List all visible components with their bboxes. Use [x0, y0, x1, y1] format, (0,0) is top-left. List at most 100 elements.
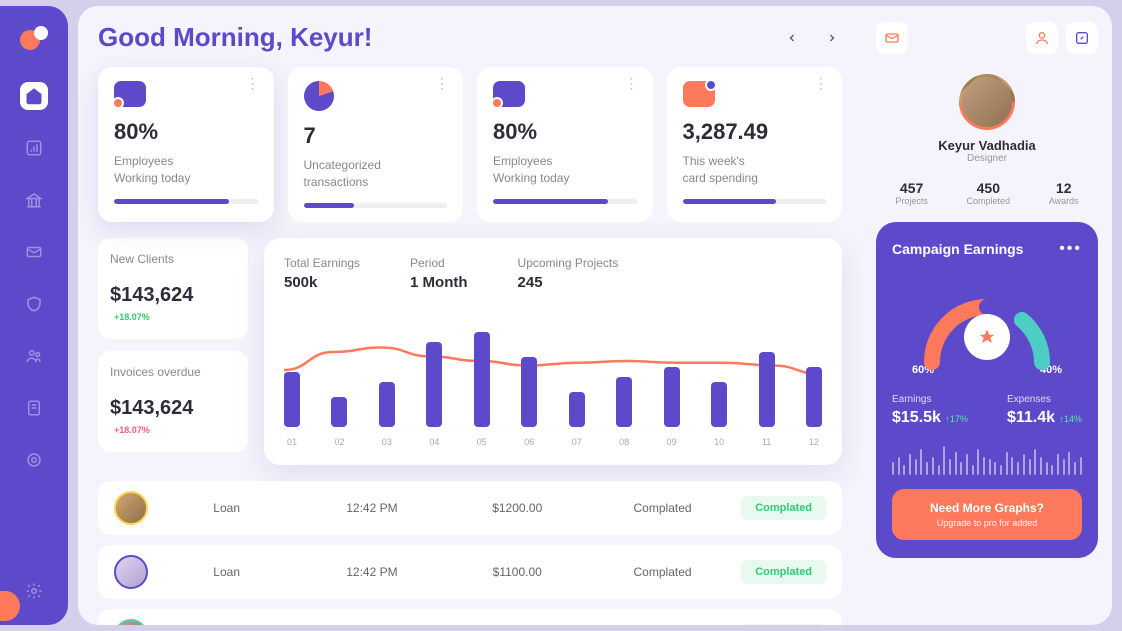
chart-value: 500k	[284, 274, 360, 291]
chart-label: Period	[410, 256, 468, 270]
user-button[interactable]	[1026, 22, 1058, 54]
stat-label: Projects	[895, 196, 928, 206]
transactions-table: Loan 12:42 PM $1200.00 Complated Complat…	[98, 481, 842, 625]
earnings-chart: Total Earnings 500k Period 1 Month Upcomin…	[264, 238, 842, 465]
profile: Keyur Vadhadia Designer	[876, 74, 1098, 164]
card-menu-icon[interactable]: ⋮	[435, 81, 449, 85]
avatar	[114, 555, 148, 589]
nav-security[interactable]	[20, 290, 48, 318]
earnings-label: Earnings	[892, 394, 968, 405]
cta-title: Need More Graphs?	[904, 501, 1070, 515]
avatar	[114, 619, 148, 625]
progress-bar	[683, 199, 827, 204]
edit-button[interactable]	[1066, 22, 1098, 54]
cell-status: Complated	[596, 565, 729, 579]
stat-invoices[interactable]: Invoices overdue $143,624 +18.07%	[98, 351, 248, 452]
expenses-change: ↑14%	[1059, 414, 1082, 424]
status-badge: Complated	[741, 560, 826, 584]
expenses-value: $11.4k	[1007, 409, 1055, 426]
card-label: EmployeesWorking today	[114, 153, 258, 187]
x-axis: 010203040506070809101112	[284, 437, 822, 447]
profile-name: Keyur Vadhadia	[876, 138, 1098, 153]
card-transactions[interactable]: ⋮ 7 Uncategorizedtransactions	[288, 67, 464, 222]
stat-change: +18.07%	[114, 312, 150, 322]
table-row[interactable]: Loan 12:42 PM $1100.00 Complated Complat…	[98, 545, 842, 599]
chart-value: 245	[518, 274, 619, 291]
earnings-change: ↑17%	[945, 414, 968, 424]
nav-mail[interactable]	[20, 238, 48, 266]
nav-home[interactable]	[20, 82, 48, 110]
cta-sub: Upgrade to pro for added	[904, 518, 1070, 528]
profile-stats: 457Projects 450Completed 12Awards	[876, 180, 1098, 206]
stat-change: +18.07%	[114, 425, 150, 435]
nav-settings[interactable]	[20, 577, 48, 605]
card-icon	[683, 81, 715, 107]
card-employees[interactable]: ⋮ 80% EmployeesWorking today	[98, 67, 274, 222]
card-menu-icon[interactable]: ⋮	[625, 81, 639, 85]
gauge-center-icon	[964, 314, 1010, 360]
upgrade-cta[interactable]: Need More Graphs? Upgrade to pro for add…	[892, 489, 1082, 540]
chart-value: 1 Month	[410, 274, 468, 291]
table-row[interactable]: Loan 12:42 PM $1200.00 Complated Complat…	[98, 481, 842, 535]
chart-label: Upcoming Projects	[518, 256, 619, 270]
progress-bar	[493, 199, 637, 204]
chat-icon	[493, 81, 525, 107]
table-row[interactable]: Loan 12:42 PM $900.00 Complated Complate…	[98, 609, 842, 625]
profile-avatar[interactable]	[947, 62, 1026, 141]
card-employees-2[interactable]: ⋮ 80% EmployeesWorking today	[477, 67, 653, 222]
status-badge: Complated	[741, 496, 826, 520]
summary-cards: ⋮ 80% EmployeesWorking today ⋮ 7 Uncateg…	[98, 67, 842, 222]
progress-bar	[114, 199, 258, 204]
progress-bar	[304, 203, 448, 208]
stat-label: Invoices overdue	[110, 365, 236, 379]
campaign-menu-icon[interactable]: •••	[1059, 240, 1082, 258]
gauge-chart	[892, 272, 1082, 382]
avatar	[114, 491, 148, 525]
stat-value: 457	[895, 180, 928, 196]
nav-document[interactable]	[20, 394, 48, 422]
card-value: 3,287.49	[683, 119, 827, 145]
bar-chart	[284, 327, 822, 427]
card-menu-icon[interactable]: ⋮	[246, 81, 260, 85]
card-label: EmployeesWorking today	[493, 153, 637, 187]
cell-status: Complated	[596, 501, 729, 515]
stat-label: New Clients	[110, 252, 236, 266]
campaign-card: Campaign Earnings ••• 60% 40% Earnings $…	[876, 222, 1098, 558]
cell-amount: $1100.00	[451, 565, 584, 579]
card-label: This week'scard spending	[683, 153, 827, 187]
right-panel: Keyur Vadhadia Designer 457Projects 450C…	[862, 6, 1112, 625]
sparkline	[892, 443, 1082, 475]
cell-amount: $1200.00	[451, 501, 584, 515]
stat-label: Awards	[1049, 196, 1079, 206]
pie-icon	[304, 81, 334, 111]
card-value: 80%	[114, 119, 258, 145]
nav-bank[interactable]	[20, 186, 48, 214]
nav-users[interactable]	[20, 342, 48, 370]
stat-label: Completed	[967, 196, 1011, 206]
chart-label: Total Earnings	[284, 256, 360, 270]
stat-value: 450	[967, 180, 1011, 196]
stat-new-clients[interactable]: New Clients $143,624 +18.07%	[98, 238, 248, 339]
page-title: Good Morning, Keyur!	[98, 22, 372, 53]
nav-target[interactable]	[20, 446, 48, 474]
card-value: 7	[304, 123, 448, 149]
chat-icon	[114, 81, 146, 107]
mail-button[interactable]	[876, 22, 908, 54]
nav-stats[interactable]	[20, 134, 48, 162]
cell-type: Loan	[160, 565, 293, 579]
stat-value: 12	[1049, 180, 1079, 196]
status-badge: Complated	[741, 624, 826, 625]
cell-time: 12:42 PM	[305, 501, 438, 515]
stat-value: $143,624	[110, 397, 193, 420]
main-content: Good Morning, Keyur! ⋮ 80% EmployeesWork…	[78, 6, 862, 625]
campaign-title: Campaign Earnings	[892, 241, 1023, 257]
card-menu-icon[interactable]: ⋮	[814, 81, 828, 85]
profile-role: Designer	[876, 153, 1098, 164]
next-arrow[interactable]	[822, 28, 842, 48]
cell-time: 12:42 PM	[305, 565, 438, 579]
card-spending[interactable]: ⋮ 3,287.49 This week'scard spending	[667, 67, 843, 222]
expenses-label: Expenses	[1007, 394, 1082, 405]
card-label: Uncategorizedtransactions	[304, 157, 448, 191]
prev-arrow[interactable]	[782, 28, 802, 48]
cell-type: Loan	[160, 501, 293, 515]
